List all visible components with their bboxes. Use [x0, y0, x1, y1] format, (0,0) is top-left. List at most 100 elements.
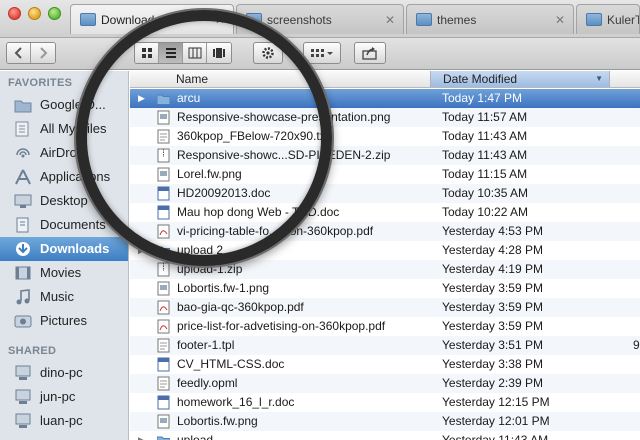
sidebar-item-dino-pc[interactable]: dino-pc [0, 361, 128, 385]
sidebar-item-desktop[interactable]: Desktop [0, 189, 128, 213]
downloads-icon [16, 242, 30, 256]
file-row[interactable]: price-list-for-advetising-on-360kpop.pdf… [130, 317, 640, 336]
file-row[interactable]: footer-1.tpl Yesterday 3:51 PM 9 [130, 336, 640, 355]
file-row[interactable]: Responsive-showcase-presentation.png Toda… [130, 108, 640, 127]
sidebar-item-all-my-files[interactable]: All My Files [0, 117, 128, 141]
desktop-icon [14, 194, 32, 208]
action-menu-button[interactable] [253, 42, 283, 64]
file-row[interactable]: Mau hop dong Web - TND.doc Today 10:22 AM [130, 203, 640, 222]
file-row[interactable]: Lorel.fw.png Today 11:15 AM [130, 165, 640, 184]
list-view-button[interactable] [159, 43, 183, 63]
file-date-modified: Yesterday 3:59 PM [442, 319, 543, 333]
file-row[interactable]: Lobortis.fw-1.png Yesterday 3:59 PM [130, 279, 640, 298]
tab-downloads[interactable]: Downloads ✕ [70, 4, 234, 34]
column-header-label: Date Modified [443, 72, 518, 86]
file-name: Responsive-showcase-presentation.png [177, 110, 391, 124]
file-date-modified: Yesterday 4:28 PM [442, 243, 543, 257]
file-row[interactable]: homework_16_l_r.doc Yesterday 12:15 PM [130, 393, 640, 412]
sidebar-item-music[interactable]: Music [0, 285, 128, 309]
file-row[interactable]: vi-pricing-table-fo...g-on-360kpop.pdf Ye… [130, 222, 640, 241]
folder-icon [157, 94, 170, 105]
sidebar-item-airdrop[interactable]: AirDrop [0, 141, 128, 165]
sidebar-item-label: luan-pc [40, 413, 83, 428]
back-button[interactable] [7, 43, 31, 63]
sidebar-item-label: Downloads [40, 241, 110, 256]
cover-flow-button[interactable] [207, 43, 231, 63]
tab-close-icon[interactable]: ✕ [555, 5, 565, 34]
file-list: Name Date Modified ▼ ▶ arcu Today 1:47 PM R… [130, 71, 640, 440]
file-name: price-list-for-advetising-on-360kpop.pdf [177, 319, 386, 333]
file-row[interactable]: ▶ upload Yesterday 11:43 AM [130, 431, 640, 440]
gear-icon [262, 47, 274, 59]
disclosure-triangle-icon[interactable]: ▶ [138, 431, 145, 440]
column-header-row: Name Date Modified ▼ [130, 71, 640, 88]
disclosure-triangle-icon[interactable]: ▶ [138, 89, 145, 108]
file-name: upload [177, 433, 214, 440]
zoom-window-button[interactable] [48, 7, 61, 20]
doc-file-icon [157, 357, 170, 372]
sidebar-item-label: Google D... [40, 97, 106, 112]
chevron-right-icon [40, 47, 48, 59]
sidebar-item-downloads[interactable]: Downloads [0, 237, 128, 261]
file-name: Responsive-showc...SD-PIXEDEN-2.zip [177, 148, 391, 162]
documents-icon [16, 217, 29, 233]
sidebar-item-jun-pc[interactable]: jun-pc [0, 385, 128, 409]
file-row[interactable]: Responsive-showc...SD-PIXEDEN-2.zip Today… [130, 146, 640, 165]
file-name: footer-1.tpl [177, 338, 235, 352]
file-row[interactable]: HD20092013.doc Today 10:35 AM [130, 184, 640, 203]
file-date-modified: Yesterday 2:39 PM [442, 376, 543, 390]
text-file-icon [157, 338, 170, 353]
file-row[interactable]: Lobortis.fw.png Yesterday 12:01 PM [130, 412, 640, 431]
file-name: arcu [177, 91, 201, 105]
column-view-button[interactable] [183, 43, 207, 63]
pdf-file-icon [157, 224, 170, 239]
sidebar-item-label: Applications [40, 169, 111, 184]
sidebar-item-google-drive[interactable]: Google D... [0, 93, 128, 117]
applications-icon [15, 169, 31, 185]
tab-kulertm[interactable]: KulerTM [576, 4, 640, 34]
file-name: Lobortis.fw-1.png [177, 281, 270, 295]
tab-screenshots[interactable]: screenshots ✕ [236, 4, 404, 34]
file-row[interactable]: 360kpop_FBelow-720x90.txt Today 11:43 AM [130, 127, 640, 146]
file-row[interactable]: CV_HTML-CSS.doc Yesterday 3:38 PM [130, 355, 640, 374]
file-row[interactable]: ▶ arcu Today 1:47 PM [130, 89, 640, 108]
file-date-modified: Today 11:57 AM [442, 110, 528, 124]
sidebar-item-label: Desktop [40, 193, 88, 208]
computer-icon [15, 389, 31, 404]
tab-themes[interactable]: themes ✕ [406, 4, 574, 34]
minimize-window-button[interactable] [28, 7, 41, 20]
file-row[interactable]: feedly.opml Yesterday 2:39 PM [130, 374, 640, 393]
close-window-button[interactable] [8, 7, 21, 20]
zip-file-icon [157, 148, 170, 163]
arrange-menu-button[interactable] [303, 42, 341, 64]
file-name: bao-gia-qc-360kpop.pdf [177, 300, 304, 314]
file-row[interactable]: bao-gia-qc-360kpop.pdf Yesterday 3:59 PM [130, 298, 640, 317]
back-forward-control [6, 42, 56, 64]
forward-button[interactable] [31, 43, 55, 63]
sidebar-item-luan-pc[interactable]: luan-pc [0, 409, 128, 433]
sidebar-item-pictures[interactable]: Pictures [0, 309, 128, 333]
tab-label: Downloads [101, 13, 161, 27]
file-date-modified: Yesterday 4:19 PM [442, 262, 543, 276]
tab-label: screenshots [267, 13, 332, 27]
tab-close-icon[interactable]: ✕ [215, 5, 225, 34]
file-row[interactable]: upload-1.zip Yesterday 4:19 PM [130, 260, 640, 279]
folder-icon [246, 13, 262, 26]
column-header-name[interactable]: Name [176, 72, 208, 86]
sidebar-item-label: Movies [40, 265, 82, 280]
file-row[interactable]: ▶ upload 2 Yesterday 4:28 PM [130, 241, 640, 260]
sidebar-section-shared: SHARED [8, 345, 57, 357]
doc-file-icon [157, 186, 170, 201]
sidebar-item-movies[interactable]: Movies [0, 261, 128, 285]
column-header-date-modified[interactable]: Date Modified ▼ [430, 71, 610, 87]
disclosure-triangle-icon[interactable]: ▶ [138, 241, 145, 260]
share-button[interactable] [354, 42, 386, 64]
sidebar-item-documents[interactable]: Documents [0, 213, 128, 237]
file-date-modified: Yesterday 3:51 PM [442, 338, 543, 352]
sidebar-item-applications[interactable]: Applications [0, 165, 128, 189]
file-name: feedly.opml [177, 376, 238, 390]
file-date-modified: Yesterday 4:53 PM [442, 224, 543, 238]
icon-view-button[interactable] [135, 43, 159, 63]
folder-icon [157, 436, 170, 440]
tab-close-icon[interactable]: ✕ [385, 5, 395, 34]
